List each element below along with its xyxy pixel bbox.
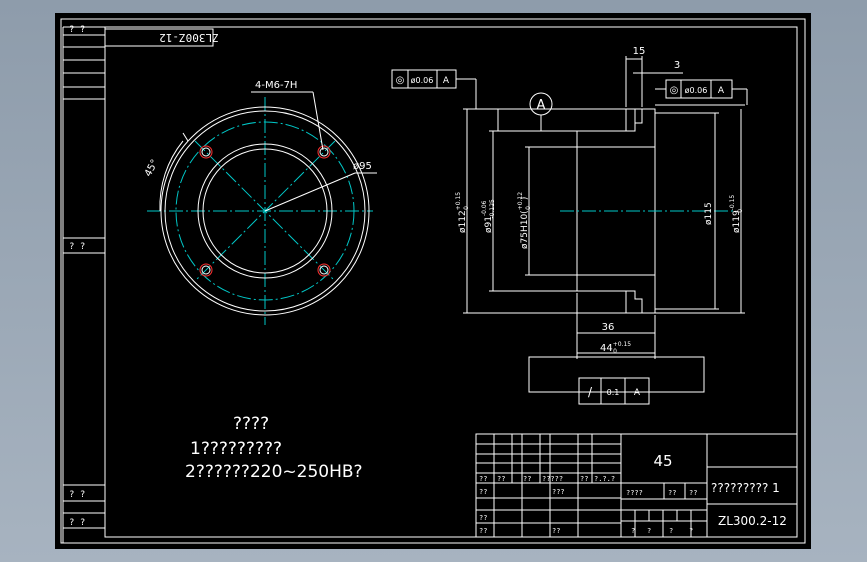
cad-drawing-canvas: ? ? ? ? ? ? ? ? ZL300Z-12 4-M6-7H 45° ø9… (55, 13, 811, 549)
svg-text:0.1: 0.1 (607, 388, 620, 397)
section-upper-wall (576, 108, 656, 148)
side-label-1: ? ? (69, 25, 85, 35)
notes-line-1: 1????????? (190, 439, 282, 459)
drawing-sheet: ? ? ? ? ? ? ? ? ZL300Z-12 4-M6-7H 45° ø9… (60, 18, 806, 544)
technical-notes: ???? 1????????? 2??????220~250HB? (185, 414, 363, 482)
side-label-4: ? ? (69, 518, 85, 528)
svg-text:?????: ????? (542, 475, 563, 483)
svg-text:A: A (634, 388, 641, 398)
material-label: 45 (653, 452, 672, 470)
svg-text:A: A (443, 76, 450, 86)
svg-text:A: A (718, 86, 725, 96)
datum-a-label: A (537, 98, 546, 113)
angle-note: 45° (143, 158, 161, 179)
dim-d75: ø75H10(+0.120) (517, 192, 532, 249)
svg-text:??: ?? (580, 475, 588, 483)
svg-text:??: ?? (479, 475, 487, 483)
svg-text:?: ? (647, 527, 651, 535)
dim-d112: ø112+0.150 (455, 192, 470, 233)
svg-text:?: ? (689, 527, 693, 535)
left-margin-strip: ? ? ? ? ? ? ? ? (62, 25, 105, 543)
svg-text:?: ? (669, 527, 673, 535)
dim-15: 15 (633, 46, 646, 57)
gdt-frame-left: ◎ ø0.06 A (391, 69, 499, 131)
notes-line-2: 2??????220~250HB? (185, 462, 363, 482)
section-lower-wall (576, 274, 656, 314)
bolt-hole-2 (317, 145, 331, 159)
svg-text:ø0.06: ø0.06 (411, 76, 434, 85)
svg-text:??: ?? (689, 489, 697, 497)
svg-text:??: ?? (479, 527, 487, 535)
svg-text:????: ???? (626, 489, 643, 497)
pcd-note: ø95 (353, 161, 372, 172)
dim-36: 36 (602, 322, 615, 333)
svg-text:◎: ◎ (396, 75, 405, 86)
gdt-frame-right: ◎ ø0.06 A (655, 79, 748, 105)
side-label-3: ? ? (69, 490, 85, 500)
side-label-2: ? ? (69, 242, 85, 252)
front-view: 4-M6-7H 45° ø95 (143, 80, 377, 325)
svg-text:???: ??? (552, 488, 565, 496)
dim-d91: ø91-0.06-0.125 (481, 199, 496, 233)
mirrored-stamp-text: ZL300Z-12 (159, 31, 219, 44)
bolt-hole-1 (199, 145, 213, 159)
svg-text:??: ?? (523, 475, 531, 483)
svg-text:?: ? (631, 527, 635, 535)
svg-text:??: ?? (479, 488, 487, 496)
svg-text:??: ?? (479, 514, 487, 522)
notes-heading: ???? (233, 414, 269, 434)
hole-note: 4-M6-7H (255, 80, 297, 91)
svg-text:??: ?? (668, 489, 676, 497)
inner-frame (104, 26, 798, 538)
drawing-number: ZL300.2-12 (718, 514, 787, 528)
svg-text:?.?.?: ?.?.? (594, 475, 615, 483)
svg-text:??: ?? (497, 475, 505, 483)
dim-d115: ø115 (704, 202, 714, 225)
part-name: ????????? 1 (711, 481, 780, 495)
svg-text:ø0.06: ø0.06 (685, 86, 708, 95)
dim-d119: ø119-0.150 (729, 195, 744, 233)
gdt-frame-bottom: / 0.1 A (528, 356, 705, 405)
title-block: 45 ????????? 1 ZL300.2-12 ?? ?? ?? ?????… (475, 433, 798, 538)
section-view: A ◎ ø0.06 A ◎ ø0.06 A 15 3 ø112+0.150 ø9… (391, 46, 748, 405)
dim-3: 3 (674, 60, 680, 71)
svg-text:??: ?? (552, 527, 560, 535)
svg-text:◎: ◎ (670, 85, 679, 96)
